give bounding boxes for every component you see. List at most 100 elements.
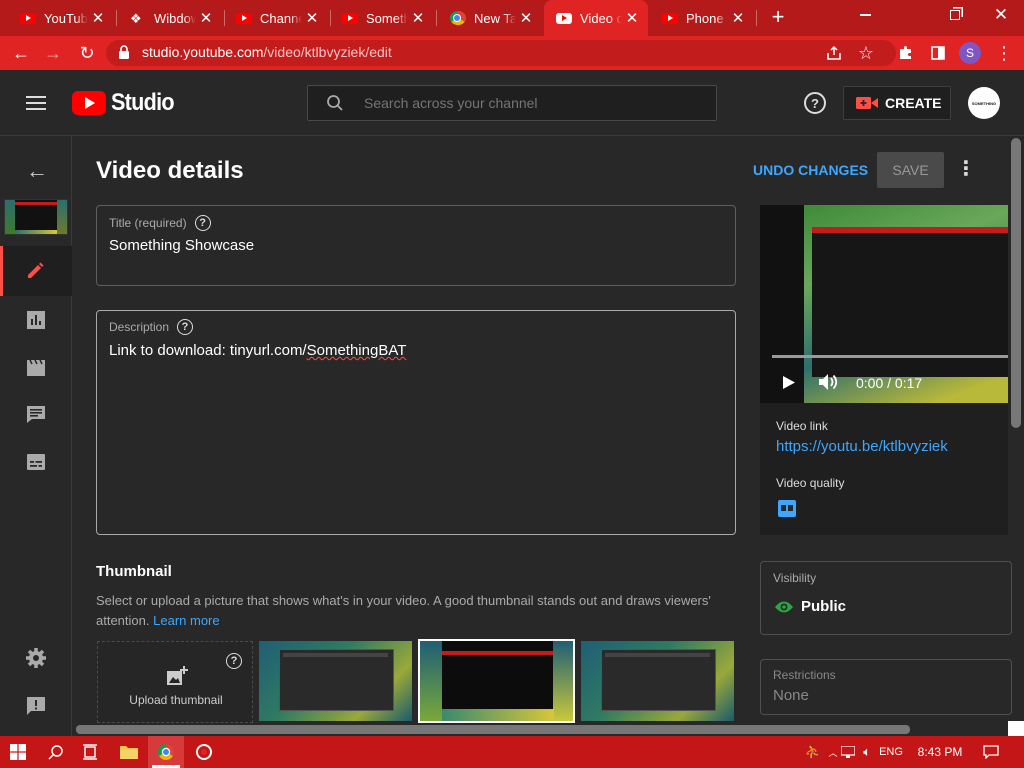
- horizontal-scrollbar-thumb[interactable]: [76, 725, 910, 734]
- search-input[interactable]: [364, 93, 704, 113]
- task-view-button[interactable]: [74, 736, 106, 768]
- title-help-icon[interactable]: ?: [194, 215, 211, 231]
- thumbnail-heading: Thumbnail: [96, 563, 172, 580]
- url-text[interactable]: studio.youtube.com/video/ktlbvyziek/edit: [142, 44, 392, 60]
- hamburger-menu-icon[interactable]: [26, 95, 46, 116]
- browser-tab-new-tab[interactable]: New Tab ✕: [438, 0, 542, 36]
- browser-tab-wibdows[interactable]: ❖ Wibdows ✕: [118, 0, 222, 36]
- restrictions-dropdown[interactable]: Restrictions None: [760, 659, 1012, 715]
- thumbnail-option-1[interactable]: [259, 641, 412, 721]
- taskbar-search-button[interactable]: [40, 736, 72, 768]
- title-input-value[interactable]: Something Showcase: [109, 237, 254, 254]
- undo-changes-button[interactable]: UNDO CHANGES: [753, 162, 868, 178]
- arrow-left-icon: ←: [12, 42, 30, 63]
- browser-tab-phone[interactable]: Phone v ✕: [650, 0, 754, 36]
- reload-button[interactable]: ↻: [72, 36, 102, 70]
- chrome-taskbar-button[interactable]: [148, 736, 184, 768]
- description-field[interactable]: Description ? Link to download: tinyurl.…: [96, 310, 736, 535]
- video-time: 0:00 / 0:17: [856, 375, 923, 391]
- network-icon[interactable]: [838, 736, 858, 768]
- channel-search-box[interactable]: [307, 85, 717, 121]
- description-help-icon[interactable]: ?: [177, 319, 194, 335]
- share-icon[interactable]: [820, 36, 848, 70]
- learn-more-link[interactable]: Learn more: [153, 613, 219, 628]
- video-thumbnail-mini[interactable]: [4, 199, 68, 235]
- vertical-scrollbar-thumb[interactable]: [1011, 138, 1021, 428]
- tab-divider: [116, 10, 117, 26]
- upload-thumbnail-button[interactable]: ? Upload thumbnail: [97, 641, 253, 723]
- video-player[interactable]: 0:00 / 0:17: [760, 205, 1008, 403]
- tab-title: YouTube: [44, 10, 88, 26]
- more-options-icon[interactable]: ⋮: [956, 156, 976, 181]
- close-tab-icon[interactable]: ✕: [408, 9, 428, 27]
- people-icon[interactable]: ⛹: [802, 736, 824, 768]
- browser-menu-icon[interactable]: ⋮: [990, 36, 1018, 70]
- help-icon[interactable]: ?: [804, 92, 826, 114]
- minimize-button[interactable]: [842, 0, 888, 30]
- studio-logo[interactable]: Studio: [72, 89, 181, 117]
- tab-divider: [756, 10, 757, 26]
- thumbnail-option-3[interactable]: [581, 641, 734, 721]
- video-link-label: Video link: [776, 419, 828, 433]
- video-link[interactable]: https://youtu.be/ktlbvyziek: [776, 438, 948, 455]
- browser-tab-video-details[interactable]: Video d ✕: [544, 0, 648, 36]
- file-explorer-button[interactable]: [112, 736, 146, 768]
- thumbnail-option-2-selected[interactable]: [418, 639, 575, 723]
- browser-tab-youtube[interactable]: YouTube ✕: [8, 0, 114, 36]
- taskbar-clock[interactable]: 8:43 PM: [912, 736, 968, 768]
- back-arrow-icon[interactable]: ←: [26, 158, 48, 184]
- upload-thumbnail-label: Upload thumbnail: [129, 693, 223, 707]
- close-tab-icon[interactable]: ✕: [516, 9, 536, 27]
- close-tab-icon[interactable]: ✕: [622, 9, 642, 27]
- folder-icon: [120, 746, 138, 759]
- send-feedback-icon[interactable]: [26, 696, 46, 721]
- browser-tab-channel[interactable]: Channel ✕: [224, 0, 328, 36]
- analytics-icon: [27, 311, 45, 329]
- bookmark-star-icon[interactable]: ☆: [852, 36, 880, 70]
- close-window-button[interactable]: ✕: [978, 0, 1024, 30]
- video-progress-bar[interactable]: [772, 355, 1008, 358]
- lock-icon[interactable]: [118, 45, 130, 65]
- visibility-dropdown[interactable]: Visibility Public: [760, 561, 1012, 635]
- thumbnail-description: Select or upload a picture that shows wh…: [96, 591, 736, 631]
- video-camera-plus-icon: [856, 97, 878, 109]
- tab-title: Phone v: [686, 10, 728, 26]
- title-field[interactable]: Title (required) ? Something Showcase: [96, 205, 736, 286]
- windows-start-button[interactable]: [0, 736, 36, 768]
- extensions-puzzle-icon[interactable]: [892, 36, 920, 70]
- close-tab-icon[interactable]: ✕: [302, 9, 322, 27]
- action-center-button[interactable]: [980, 736, 1002, 768]
- play-icon[interactable]: [782, 375, 796, 395]
- close-tab-icon[interactable]: ✕: [196, 9, 216, 27]
- create-button[interactable]: CREATE: [843, 86, 951, 120]
- youtube-icon: [236, 12, 252, 24]
- settings-gear-icon[interactable]: [25, 647, 47, 674]
- channel-avatar[interactable]: SOMETHING: [968, 87, 1000, 119]
- restore-button[interactable]: [932, 0, 978, 30]
- profile-avatar[interactable]: S: [959, 42, 981, 64]
- sidebar-item-comments[interactable]: [26, 404, 46, 429]
- tab-title: Something: [366, 10, 408, 26]
- forward-button[interactable]: →: [38, 36, 68, 70]
- studio-logo-text: Studio: [111, 89, 175, 116]
- language-indicator[interactable]: ENG: [876, 736, 906, 768]
- back-button[interactable]: ←: [6, 36, 36, 70]
- page-title: Video details: [96, 157, 244, 184]
- description-input-value[interactable]: Link to download: tinyurl.com/SomethingB…: [109, 342, 406, 359]
- new-tab-button[interactable]: +: [764, 3, 792, 31]
- thumbnail-help-icon[interactable]: ?: [226, 653, 242, 669]
- close-tab-icon[interactable]: ✕: [728, 9, 748, 27]
- speaker-icon[interactable]: 🔈︎: [857, 736, 877, 768]
- side-panel-icon[interactable]: [924, 36, 952, 70]
- task-view-icon: [83, 744, 97, 760]
- recorder-taskbar-button[interactable]: [188, 736, 220, 768]
- browser-tab-something[interactable]: Something ✕: [330, 0, 434, 36]
- sidebar-item-subtitles[interactable]: [26, 453, 46, 476]
- sidebar-item-details[interactable]: [0, 246, 72, 296]
- sidebar-item-editor[interactable]: [26, 357, 46, 382]
- save-button[interactable]: SAVE: [877, 152, 944, 188]
- close-tab-icon[interactable]: ✕: [88, 9, 108, 27]
- sidebar-item-analytics[interactable]: [26, 310, 46, 335]
- sd-quality-icon: [778, 500, 796, 517]
- volume-icon[interactable]: [818, 373, 840, 396]
